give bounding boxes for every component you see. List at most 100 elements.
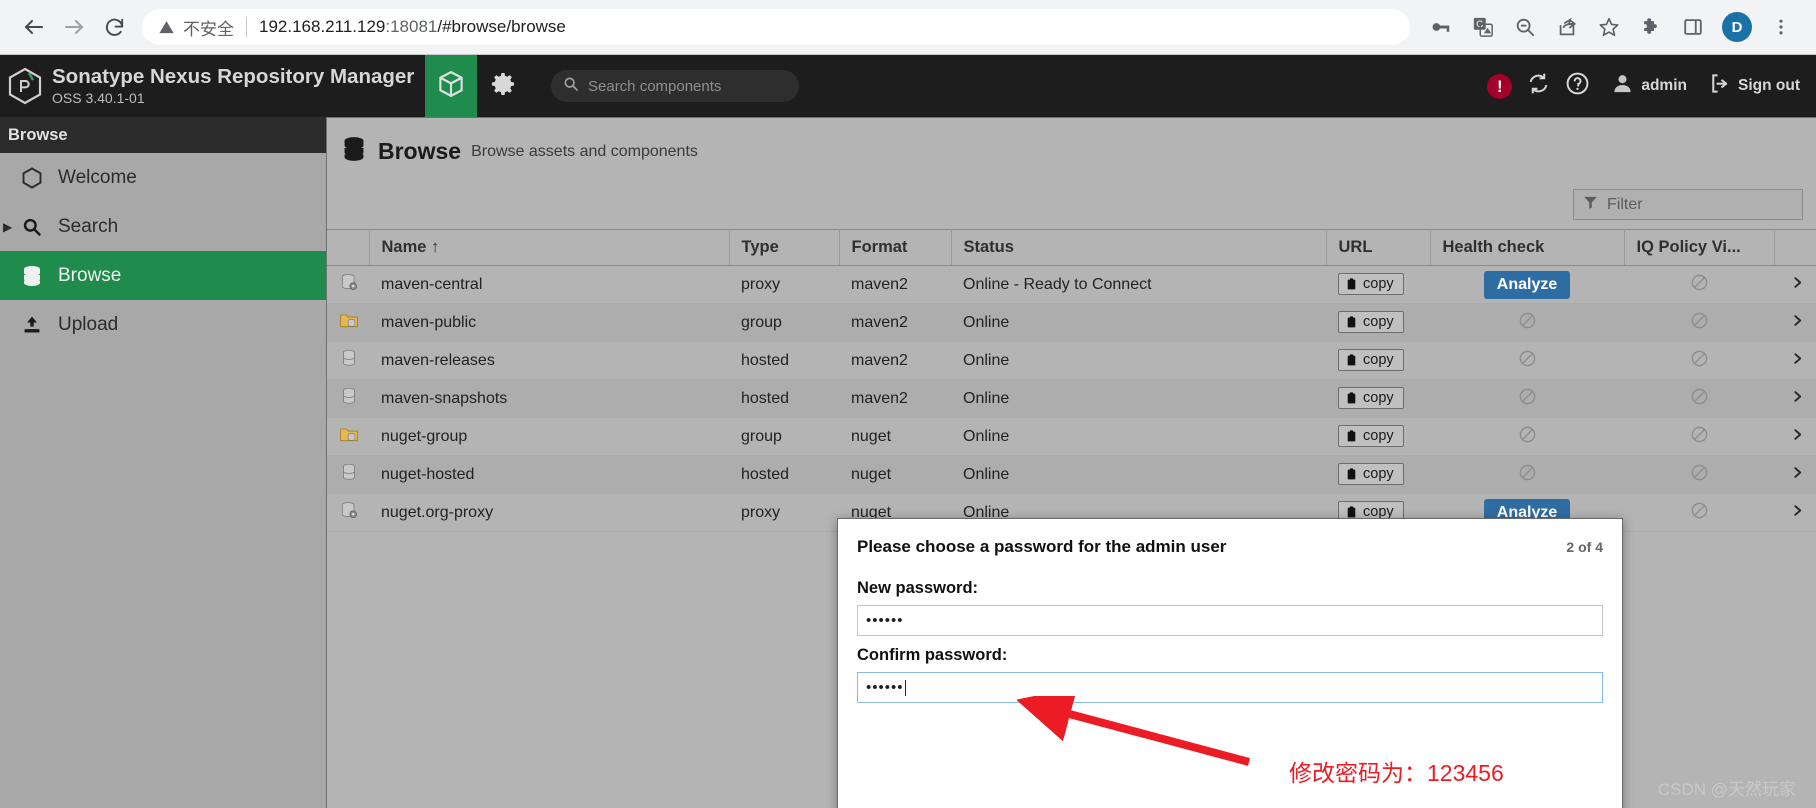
repo-health-cell: Analyze bbox=[1430, 265, 1624, 304]
zoom-out-icon[interactable] bbox=[1504, 7, 1546, 47]
blocked-circle-icon bbox=[1518, 425, 1537, 449]
side-panel-icon[interactable] bbox=[1672, 7, 1714, 47]
row-expand-chevron[interactable] bbox=[1774, 493, 1816, 532]
repo-status-cell: Online bbox=[951, 379, 1326, 418]
key-icon[interactable] bbox=[1420, 7, 1462, 47]
copy-url-button[interactable]: copy bbox=[1338, 349, 1404, 371]
repo-name-cell[interactable]: maven-public bbox=[369, 303, 729, 342]
database-icon bbox=[22, 265, 52, 287]
table-row[interactable]: nuget-group group nuget Online copy bbox=[327, 417, 1816, 456]
row-expand-chevron[interactable] bbox=[1774, 341, 1816, 380]
tab-settings[interactable] bbox=[477, 55, 529, 117]
sign-out-label: Sign out bbox=[1738, 77, 1800, 94]
row-expand-chevron[interactable] bbox=[1774, 265, 1816, 304]
col-format[interactable]: Format bbox=[839, 229, 952, 266]
blocked-circle-icon bbox=[1518, 349, 1537, 373]
watermark: CSDN @天然玩家 bbox=[1657, 780, 1796, 799]
repo-health-cell bbox=[1430, 379, 1624, 418]
table-row[interactable]: maven-releases hosted maven2 Online copy bbox=[327, 341, 1816, 380]
repo-name-cell[interactable]: maven-central bbox=[369, 265, 729, 304]
back-icon[interactable] bbox=[14, 7, 54, 47]
col-name[interactable]: Name ↑ bbox=[369, 229, 730, 266]
table-row[interactable]: maven-snapshots hosted maven2 Online copy bbox=[327, 379, 1816, 418]
table-row[interactable]: maven-central proxy maven2 Online - Ready t… bbox=[327, 265, 1816, 304]
new-password-label: New password: bbox=[857, 579, 979, 597]
row-expand-chevron[interactable] bbox=[1774, 417, 1816, 456]
search-input[interactable] bbox=[588, 77, 787, 95]
blocked-circle-icon bbox=[1518, 311, 1537, 335]
refresh-icon[interactable] bbox=[1526, 71, 1551, 101]
tab-browse[interactable] bbox=[425, 55, 477, 117]
app-version: OSS 3.40.1-01 bbox=[52, 89, 145, 106]
user-avatar-icon bbox=[1611, 72, 1634, 100]
repo-format-cell: maven2 bbox=[839, 379, 951, 418]
repo-type-cell: group bbox=[729, 417, 839, 456]
kebab-menu-icon[interactable] bbox=[1760, 7, 1802, 47]
col-icon[interactable] bbox=[327, 229, 370, 266]
reload-icon[interactable] bbox=[94, 7, 134, 47]
copy-url-button[interactable]: copy bbox=[1338, 273, 1404, 295]
repo-format-cell: nuget bbox=[839, 455, 951, 494]
forward-icon[interactable] bbox=[54, 7, 94, 47]
sidebar-item-browse[interactable]: Browse bbox=[0, 251, 326, 300]
repo-iq-cell bbox=[1624, 493, 1774, 532]
repo-format-cell: maven2 bbox=[839, 303, 951, 342]
new-password-field[interactable]: •••••• bbox=[857, 605, 1603, 636]
blocked-circle-icon bbox=[1690, 463, 1709, 487]
col-url[interactable]: URL bbox=[1326, 229, 1431, 266]
dialog-title: Please choose a password for the admin u… bbox=[857, 537, 1227, 556]
repo-name-cell[interactable]: nuget-hosted bbox=[369, 455, 729, 494]
repo-name-cell[interactable]: maven-releases bbox=[369, 341, 729, 380]
sidebar-item-label: Upload bbox=[58, 313, 119, 335]
alert-badge[interactable]: ! bbox=[1487, 73, 1513, 99]
table-row[interactable]: maven-public group maven2 Online copy bbox=[327, 303, 1816, 342]
col-status[interactable]: Status bbox=[951, 229, 1327, 266]
col-health[interactable]: Health check bbox=[1430, 229, 1625, 266]
repo-status-cell: Online - Ready to Connect bbox=[951, 265, 1326, 304]
copy-url-button[interactable]: copy bbox=[1338, 387, 1404, 409]
repo-name-cell[interactable]: nuget.org-proxy bbox=[369, 493, 729, 532]
hexagon-icon bbox=[22, 166, 52, 189]
col-iq[interactable]: IQ Policy Vi... bbox=[1624, 229, 1775, 266]
share-icon[interactable] bbox=[1546, 7, 1588, 47]
confirm-password-field[interactable]: •••••• bbox=[857, 672, 1603, 703]
row-expand-chevron[interactable] bbox=[1774, 455, 1816, 494]
help-circle-icon[interactable] bbox=[1565, 71, 1590, 101]
repo-iq-cell bbox=[1624, 379, 1774, 418]
app-title: Sonatype Nexus Repository Manager bbox=[52, 65, 415, 89]
repo-name-cell[interactable]: maven-snapshots bbox=[369, 379, 729, 418]
analyze-button[interactable]: Analyze bbox=[1483, 270, 1571, 299]
table-body: maven-central proxy maven2 Online - Ready t… bbox=[327, 265, 1816, 532]
copy-url-button[interactable]: copy bbox=[1338, 463, 1404, 485]
copy-url-button[interactable]: copy bbox=[1338, 311, 1404, 333]
repo-status-cell: Online bbox=[951, 455, 1326, 494]
translate-icon[interactable]: G bbox=[1462, 7, 1504, 47]
col-chevron bbox=[1774, 229, 1816, 266]
address-bar[interactable]: 不安全 192.168.211.129:18081/#browse/browse bbox=[142, 9, 1410, 45]
repo-type-cell: hosted bbox=[729, 455, 839, 494]
component-search-box[interactable] bbox=[551, 70, 799, 102]
sidebar-item-welcome[interactable]: Welcome bbox=[0, 153, 326, 202]
blocked-circle-icon bbox=[1690, 425, 1709, 449]
user-menu[interactable]: admin bbox=[1604, 72, 1687, 100]
repo-type-icon bbox=[327, 379, 369, 418]
sidebar-item-search[interactable]: ▶ Search bbox=[0, 202, 326, 251]
bookmark-star-icon[interactable] bbox=[1588, 7, 1630, 47]
sign-out-button[interactable]: Sign out bbox=[1701, 72, 1800, 100]
sidebar-item-label: Browse bbox=[58, 264, 122, 286]
repo-type-icon bbox=[327, 341, 369, 380]
col-type[interactable]: Type bbox=[729, 229, 840, 266]
repo-type-icon bbox=[327, 303, 369, 342]
repo-url-cell: copy bbox=[1326, 303, 1430, 342]
repo-health-cell bbox=[1430, 417, 1624, 456]
repo-name-cell[interactable]: nuget-group bbox=[369, 417, 729, 456]
filter-box[interactable]: Filter bbox=[1573, 189, 1803, 220]
row-expand-chevron[interactable] bbox=[1774, 379, 1816, 418]
profile-avatar[interactable]: D bbox=[1722, 12, 1752, 42]
expand-caret-icon[interactable]: ▶ bbox=[3, 220, 12, 234]
copy-url-button[interactable]: copy bbox=[1338, 425, 1404, 447]
table-row[interactable]: nuget-hosted hosted nuget Online copy bbox=[327, 455, 1816, 494]
extensions-puzzle-icon[interactable] bbox=[1630, 7, 1672, 47]
row-expand-chevron[interactable] bbox=[1774, 303, 1816, 342]
sidebar-item-upload[interactable]: Upload bbox=[0, 300, 326, 349]
